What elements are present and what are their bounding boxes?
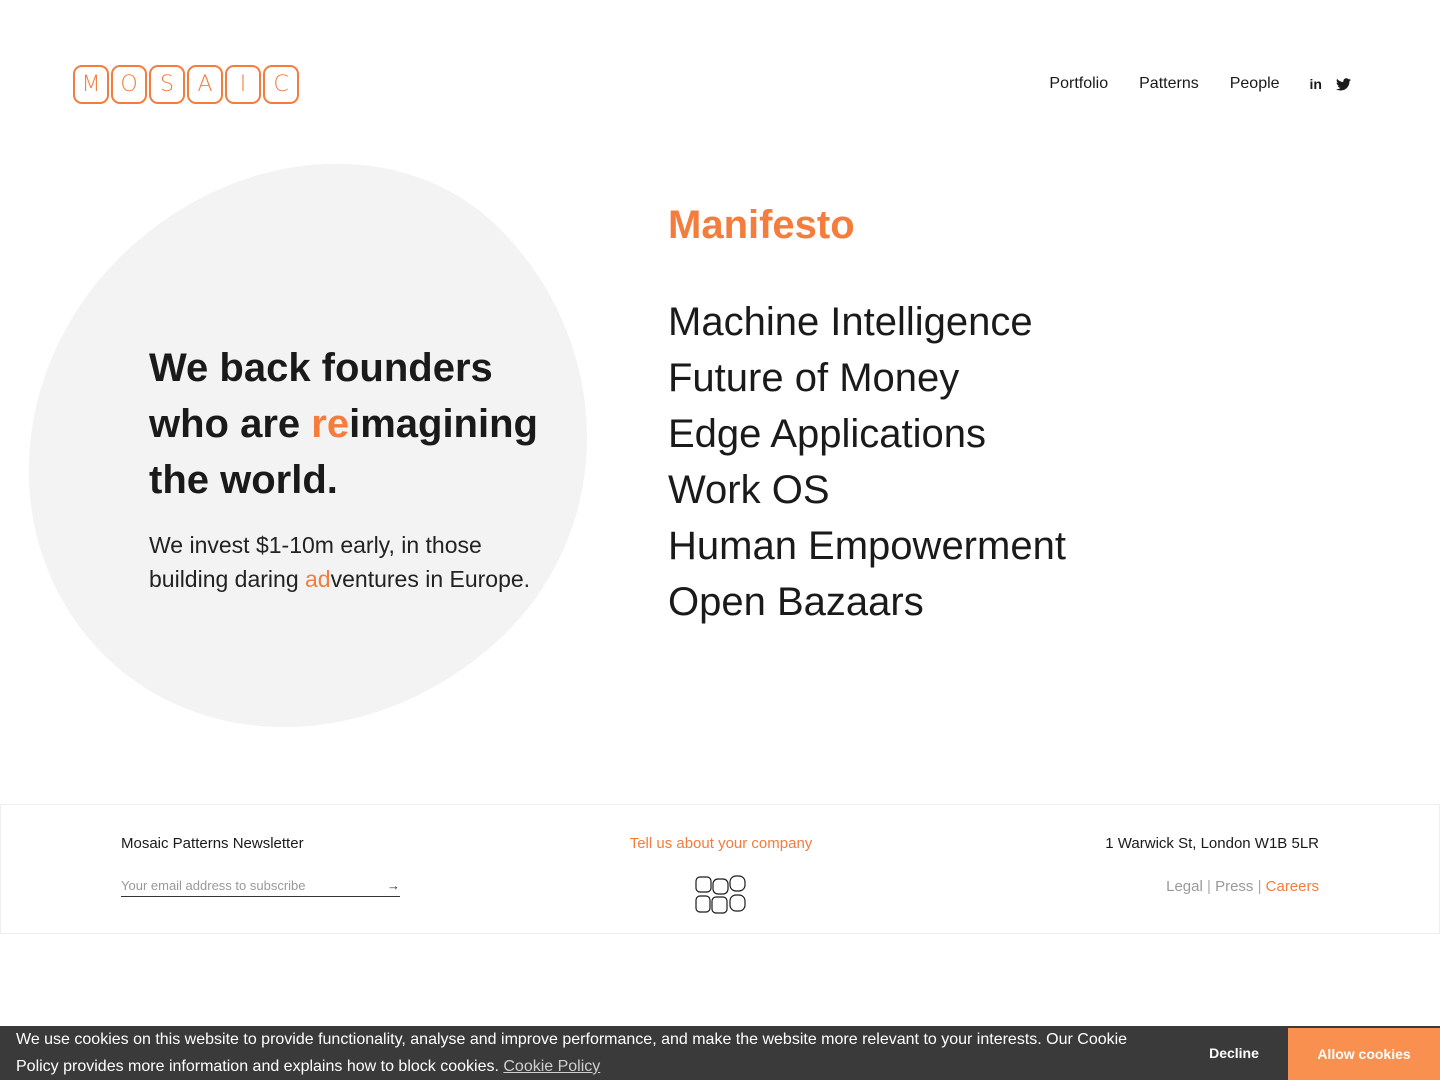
logo-tile: M: [73, 65, 109, 104]
hero-subtitle: We invest $1-10m early, in those buildin…: [149, 532, 531, 592]
site-footer: Mosaic Patterns Newsletter → Tell us abo…: [0, 804, 1440, 934]
allow-cookies-button[interactable]: Allow cookies: [1288, 1028, 1440, 1080]
hero: We back founders who are reimagining the…: [149, 340, 549, 596]
decline-cookies-button[interactable]: Decline: [1184, 1028, 1284, 1078]
logo-tile: C: [263, 65, 299, 104]
manifesto-item[interactable]: Human Empowerment: [668, 518, 1066, 574]
nav-patterns[interactable]: Patterns: [1139, 75, 1199, 93]
nav-portfolio[interactable]: Portfolio: [1049, 75, 1108, 93]
social-links: in: [1310, 76, 1351, 92]
office-address: 1 Warwick St, London W1B 5LR: [1105, 835, 1319, 852]
hero-title: We back founders who are reimagining the…: [149, 346, 538, 502]
mosaic-mini-logo-icon: [695, 875, 746, 914]
manifesto-list: Machine Intelligence Future of Money Edg…: [668, 294, 1066, 630]
cookie-message: We use cookies on this website to provid…: [16, 1031, 1128, 1075]
link-separator: |: [1202, 878, 1216, 895]
twitter-icon[interactable]: [1336, 77, 1351, 91]
cookie-policy-link[interactable]: Cookie Policy: [503, 1058, 600, 1075]
site-header: M O S A I C Portfolio Patterns People in: [0, 0, 1440, 140]
manifesto-title: Manifesto: [668, 203, 855, 247]
newsletter-email-input[interactable]: [121, 878, 387, 893]
main-nav: Portfolio Patterns People in: [1018, 75, 1351, 93]
manifesto-item[interactable]: Work OS: [668, 462, 1066, 518]
arrow-right-icon[interactable]: →: [387, 878, 400, 893]
manifesto: Manifesto Machine Intelligence Future of…: [668, 200, 1066, 630]
logo-tile: I: [225, 65, 261, 104]
linkedin-icon[interactable]: in: [1310, 76, 1322, 92]
manifesto-item[interactable]: Future of Money: [668, 350, 1066, 406]
legal-link[interactable]: Legal: [1166, 878, 1203, 895]
press-link[interactable]: Press: [1215, 878, 1253, 895]
logo-tile: O: [111, 65, 147, 104]
nav-people[interactable]: People: [1230, 75, 1280, 93]
manifesto-item[interactable]: Edge Applications: [668, 406, 1066, 462]
cookie-banner: We use cookies on this website to provid…: [0, 1026, 1440, 1080]
link-separator: |: [1253, 878, 1266, 895]
manifesto-item[interactable]: Open Bazaars: [668, 574, 1066, 630]
careers-link[interactable]: Careers: [1266, 878, 1319, 895]
newsletter-field: →: [121, 875, 400, 897]
footer-links: Legal | Press | Careers: [1166, 878, 1319, 895]
manifesto-item[interactable]: Machine Intelligence: [668, 294, 1066, 350]
mosaic-logo[interactable]: M O S A I C: [73, 65, 299, 104]
logo-tile: A: [187, 65, 223, 104]
logo-tile: S: [149, 65, 185, 104]
